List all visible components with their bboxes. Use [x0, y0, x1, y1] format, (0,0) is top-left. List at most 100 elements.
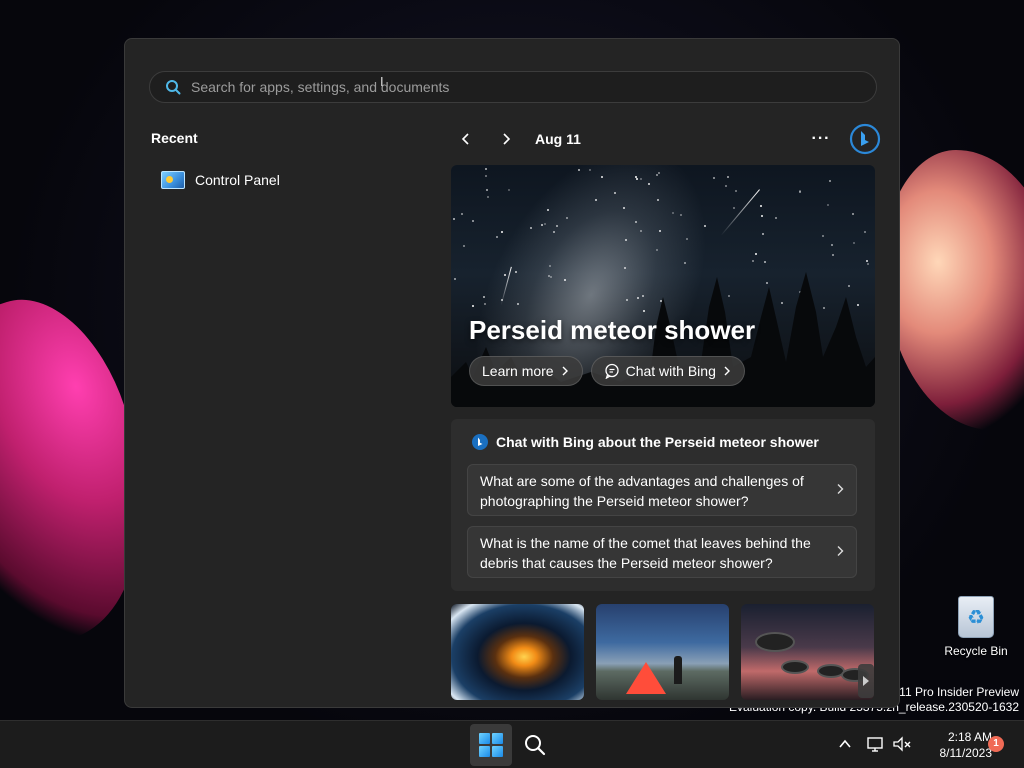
recycle-bin-shortcut[interactable]: Recycle Bin [940, 596, 1012, 658]
show-hidden-icons-chevron-up-icon[interactable] [836, 735, 854, 753]
search-box[interactable] [149, 71, 877, 103]
star [640, 230, 642, 232]
suggested-question[interactable]: What are some of the advantages and chal… [467, 464, 857, 516]
wallpaper-bloom-right [884, 150, 1024, 430]
star [752, 260, 754, 262]
next-day-button[interactable] [491, 124, 521, 154]
learn-more-button[interactable]: Learn more [469, 356, 583, 386]
star [775, 217, 777, 219]
previous-day-button[interactable] [451, 124, 481, 154]
star [635, 221, 637, 223]
star [485, 175, 487, 177]
taskbar: 2:18 AM 8/11/2023 1 [0, 720, 1024, 768]
clock-time: 2:18 AM [947, 730, 992, 744]
star [760, 205, 762, 207]
star [727, 176, 729, 178]
learn-more-label: Learn more [482, 363, 554, 379]
search-icon [525, 735, 546, 756]
chevron-right-icon [503, 133, 511, 145]
start-button[interactable] [470, 724, 512, 766]
star [453, 218, 455, 220]
hero-title: Perseid meteor shower [469, 315, 756, 345]
star [635, 176, 637, 178]
star [658, 172, 660, 174]
chevron-right-icon [724, 366, 730, 376]
recent-item-control-panel[interactable]: Control Panel [153, 165, 433, 195]
star [704, 225, 706, 227]
control-panel-icon [161, 171, 185, 189]
star [486, 189, 488, 191]
star [640, 178, 642, 180]
star [656, 249, 658, 251]
star [541, 224, 543, 226]
person-silhouette [674, 656, 682, 684]
recent-heading: Recent [151, 130, 198, 146]
search-input[interactable] [191, 79, 876, 95]
recent-item-label: Control Panel [195, 172, 280, 188]
tent-shape [626, 662, 666, 694]
recycle-bin-label: Recycle Bin [944, 644, 1008, 658]
star [508, 189, 510, 191]
star [566, 217, 568, 219]
star [657, 199, 659, 201]
camping-tent-night-thumbnail[interactable] [596, 604, 729, 700]
star [735, 190, 737, 192]
star [636, 178, 638, 180]
star [589, 169, 591, 171]
recycle-bin-icon [958, 596, 994, 638]
star [829, 180, 831, 182]
notification-badge[interactable]: 1 [988, 736, 1004, 752]
star [656, 174, 658, 176]
star [485, 168, 487, 170]
star [680, 214, 682, 216]
star [578, 169, 580, 171]
star [832, 254, 834, 256]
caret-right-icon [863, 676, 869, 686]
star [831, 244, 833, 246]
star [764, 261, 766, 263]
star [864, 231, 866, 233]
chat-with-bing-button[interactable]: Chat with Bing [590, 356, 745, 386]
chat-card-heading: Chat with Bing about the Perseid meteor … [471, 433, 819, 451]
star [684, 262, 686, 264]
taskbar-search-button[interactable] [514, 724, 556, 766]
star [463, 245, 465, 247]
star [755, 253, 757, 255]
windows-logo-icon [479, 733, 503, 757]
hero-card[interactable]: Perseid meteor shower Learn more Chat wi… [451, 165, 875, 407]
star [713, 177, 715, 179]
bing-chat-icon [472, 434, 488, 450]
star [672, 212, 674, 214]
star [544, 223, 546, 225]
star [852, 213, 854, 215]
more-options-button[interactable]: ··· [805, 123, 837, 155]
volume-muted-icon[interactable] [892, 734, 912, 754]
chevron-right-icon [562, 366, 568, 376]
star [866, 260, 868, 262]
suggested-question[interactable]: What is the name of the comet that leave… [467, 526, 857, 578]
star [623, 207, 625, 209]
telescope-dish [781, 660, 809, 674]
telescope-dish [755, 632, 795, 652]
bing-logo-icon[interactable] [849, 123, 881, 155]
search-panel: I Recent Control Panel Aug 11 ··· Persei… [124, 38, 900, 708]
highlights-nav: Aug 11 ··· [451, 123, 881, 155]
star [614, 192, 616, 194]
star [472, 220, 474, 222]
network-icon[interactable] [866, 734, 886, 754]
question-text: What is the name of the comet that leave… [480, 535, 811, 571]
star [648, 183, 650, 185]
chat-bubble-icon [604, 363, 619, 379]
star [762, 233, 764, 235]
meteor-earth-thumbnail[interactable] [451, 604, 584, 700]
clock-date: 8/11/2023 [939, 746, 993, 760]
star [496, 236, 498, 238]
clock[interactable]: 2:18 AM 8/11/2023 [916, 729, 993, 761]
chevron-left-icon [461, 133, 469, 145]
question-text: What are some of the advantages and chal… [480, 473, 804, 509]
star [853, 242, 855, 244]
thumbnail-scroll-button[interactable] [858, 664, 874, 698]
radio-telescopes-thumbnail[interactable] [741, 604, 874, 700]
bing-chat-card: Chat with Bing about the Perseid meteor … [451, 419, 875, 591]
star [761, 215, 763, 217]
